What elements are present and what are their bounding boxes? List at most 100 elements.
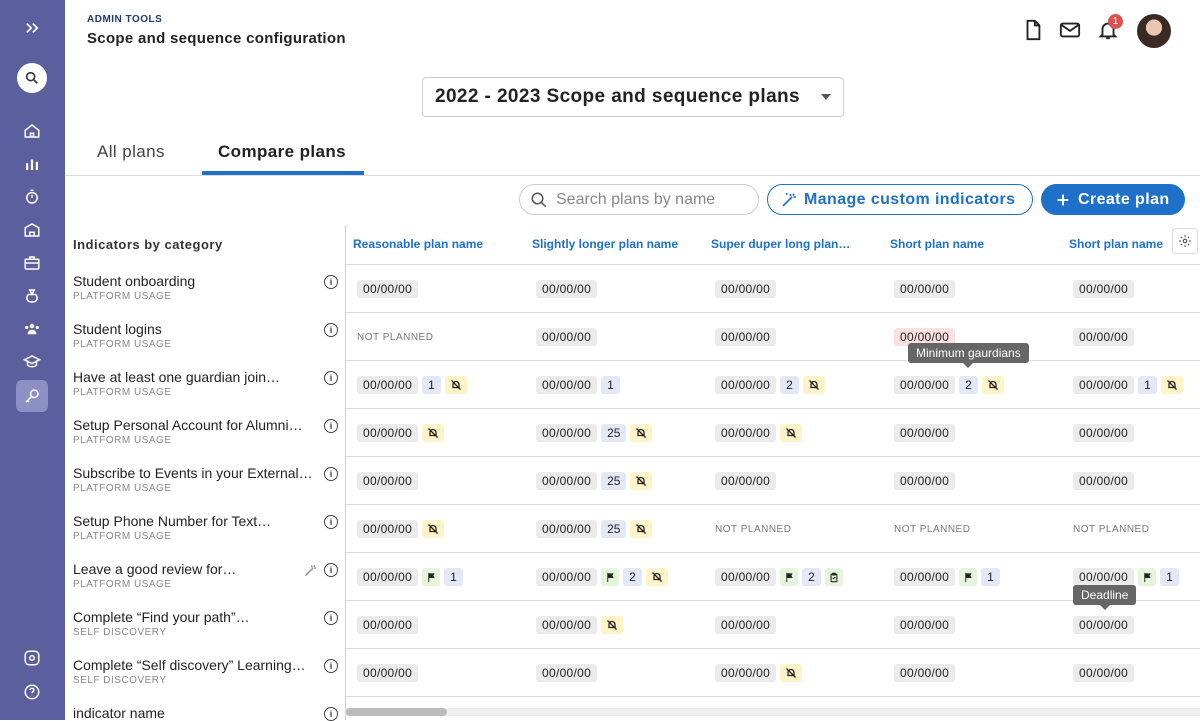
manage-custom-indicators-button[interactable]: Manage custom indicators xyxy=(767,184,1033,215)
info-icon[interactable]: i xyxy=(324,659,338,673)
bell-off-icon xyxy=(645,568,668,586)
date-chip: 00/00/00 xyxy=(715,424,777,442)
expand-icon[interactable] xyxy=(16,12,48,44)
home-icon[interactable] xyxy=(16,115,48,147)
info-icon[interactable]: i xyxy=(324,419,338,433)
column-settings-icon[interactable] xyxy=(1172,228,1198,254)
table-cell[interactable]: NOT PLANNED xyxy=(1073,520,1149,538)
table-cell[interactable]: 00/00/00 1 xyxy=(1073,376,1183,394)
indicator-item[interactable]: Setup Phone Number for Text… PLATFORM USA… xyxy=(73,513,338,542)
admin-tools-icon[interactable] xyxy=(16,380,48,412)
chart-icon[interactable] xyxy=(16,148,48,180)
table-cell[interactable]: 00/00/00 xyxy=(894,616,956,634)
table-cell[interactable]: 00/00/00 xyxy=(536,616,624,634)
indicator-item[interactable]: Subscribe to Events in your External… PLA… xyxy=(73,465,338,494)
bell-off-icon xyxy=(780,424,803,442)
table-cell[interactable]: 00/00/00 xyxy=(1073,472,1135,490)
table-cell[interactable]: 00/00/00 xyxy=(894,424,956,442)
info-icon[interactable]: i xyxy=(324,323,338,337)
info-icon[interactable]: i xyxy=(324,563,338,577)
school-icon[interactable] xyxy=(16,214,48,246)
plan-year-select[interactable]: 2022 - 2023 Scope and sequence plans xyxy=(422,77,844,117)
info-icon[interactable]: i xyxy=(324,275,338,289)
money-bag-icon[interactable] xyxy=(16,280,48,312)
bell-off-icon xyxy=(630,424,653,442)
table-cell[interactable]: 00/00/00 xyxy=(715,616,777,634)
info-icon[interactable]: i xyxy=(324,515,338,529)
search-icon[interactable] xyxy=(17,63,47,93)
timer-icon[interactable] xyxy=(16,181,48,213)
scrollbar-thumb[interactable] xyxy=(346,708,447,716)
indicator-item[interactable]: Have at least one guardian join… PLATFORM… xyxy=(73,369,338,398)
settings-icon[interactable] xyxy=(16,642,48,674)
table-cell[interactable]: 00/00/00 xyxy=(1073,280,1135,298)
help-icon[interactable] xyxy=(16,676,48,708)
table-cell[interactable]: 00/00/00 xyxy=(357,664,419,682)
briefcase-icon[interactable] xyxy=(16,247,48,279)
indicator-item[interactable]: Leave a good review for… PLATFORM USAGE i xyxy=(73,561,338,590)
table-cell[interactable]: 00/00/00 xyxy=(536,664,598,682)
indicator-item[interactable]: Student onboarding PLATFORM USAGE i xyxy=(73,273,338,302)
table-cell[interactable]: 00/00/00 1 xyxy=(357,568,463,586)
table-cell[interactable]: 00/00/00 xyxy=(357,472,419,490)
graduation-icon[interactable] xyxy=(16,346,48,378)
table-cell[interactable]: 00/00/00 xyxy=(536,280,598,298)
indicator-item[interactable]: Complete “Self discovery” Learning… SELF … xyxy=(73,657,338,686)
table-cell[interactable]: NOT PLANNED xyxy=(894,520,970,538)
table-cell[interactable]: 00/00/00 xyxy=(894,280,956,298)
table-cell[interactable]: 00/00/00 1 xyxy=(357,376,467,394)
table-cell[interactable]: 00/00/00 2 xyxy=(715,376,825,394)
table-cell[interactable]: 00/00/00 xyxy=(1073,328,1135,346)
table-cell[interactable]: 00/00/00 xyxy=(715,424,803,442)
table-cell[interactable]: 00/00/00 25 xyxy=(536,520,653,538)
table-cell[interactable]: 00/00/00 xyxy=(1073,616,1135,634)
indicator-item[interactable]: Setup Personal Account for Alumni… PLATFO… xyxy=(73,417,338,446)
document-icon[interactable] xyxy=(1019,16,1047,44)
table-cell[interactable]: 00/00/00 1 xyxy=(536,376,620,394)
table-cell[interactable]: 00/00/00 2 xyxy=(715,568,843,586)
table-cell[interactable]: NOT PLANNED xyxy=(357,328,433,346)
table-cell[interactable]: 00/00/00 xyxy=(1073,664,1135,682)
date-chip: 00/00/00 xyxy=(715,616,777,634)
not-planned-label: NOT PLANNED xyxy=(715,523,792,535)
table-cell[interactable]: 00/00/00 1 xyxy=(894,568,1000,586)
people-icon[interactable] xyxy=(16,313,48,345)
indicator-item[interactable]: Complete “Find your path”… SELF DISCOVERY… xyxy=(73,609,338,638)
table-cell[interactable]: 00/00/00 25 xyxy=(536,424,653,442)
indicator-item[interactable]: indicator name i xyxy=(73,705,338,721)
table-cell[interactable]: 00/00/00 xyxy=(357,520,445,538)
flag-icon xyxy=(601,568,620,586)
table-cell[interactable]: 00/00/00 xyxy=(357,616,419,634)
info-icon[interactable]: i xyxy=(324,707,338,721)
table-cell[interactable]: 00/00/00 2 xyxy=(536,568,668,586)
tab-compare-plans[interactable]: Compare plans xyxy=(218,142,346,162)
create-label: Create plan xyxy=(1078,190,1170,208)
table-cell[interactable]: 00/00/00 xyxy=(894,664,956,682)
horizontal-scrollbar[interactable] xyxy=(346,708,1200,716)
table-cell[interactable]: 00/00/00 xyxy=(894,472,956,490)
count-chip: 2 xyxy=(802,568,821,586)
table-cell[interactable]: 00/00/00 2 xyxy=(894,376,1004,394)
search-input[interactable] xyxy=(556,190,746,209)
table-cell[interactable]: 00/00/00 xyxy=(715,472,777,490)
info-icon[interactable]: i xyxy=(324,467,338,481)
table-cell[interactable]: 00/00/00 xyxy=(357,280,419,298)
indicator-item[interactable]: Student logins PLATFORM USAGE i xyxy=(73,321,338,350)
table-cell[interactable]: 00/00/00 xyxy=(536,328,598,346)
table-cell[interactable]: 00/00/00 xyxy=(1073,424,1135,442)
table-cell[interactable]: 00/00/00 25 xyxy=(536,472,653,490)
table-cell[interactable]: 00/00/00 1 xyxy=(1073,568,1179,586)
mail-icon[interactable] xyxy=(1056,16,1084,44)
manage-label: Manage custom indicators xyxy=(804,190,1016,208)
info-icon[interactable]: i xyxy=(324,371,338,385)
date-chip: 00/00/00 xyxy=(715,328,777,346)
tab-all-plans[interactable]: All plans xyxy=(97,142,165,162)
table-cell[interactable]: 00/00/00 xyxy=(715,328,777,346)
info-icon[interactable]: i xyxy=(324,611,338,625)
table-cell[interactable]: 00/00/00 xyxy=(357,424,445,442)
create-plan-button[interactable]: Create plan xyxy=(1041,184,1185,215)
avatar[interactable] xyxy=(1137,14,1171,48)
table-cell[interactable]: 00/00/00 xyxy=(715,280,777,298)
table-cell[interactable]: NOT PLANNED xyxy=(715,520,791,538)
table-cell[interactable]: 00/00/00 xyxy=(715,664,803,682)
